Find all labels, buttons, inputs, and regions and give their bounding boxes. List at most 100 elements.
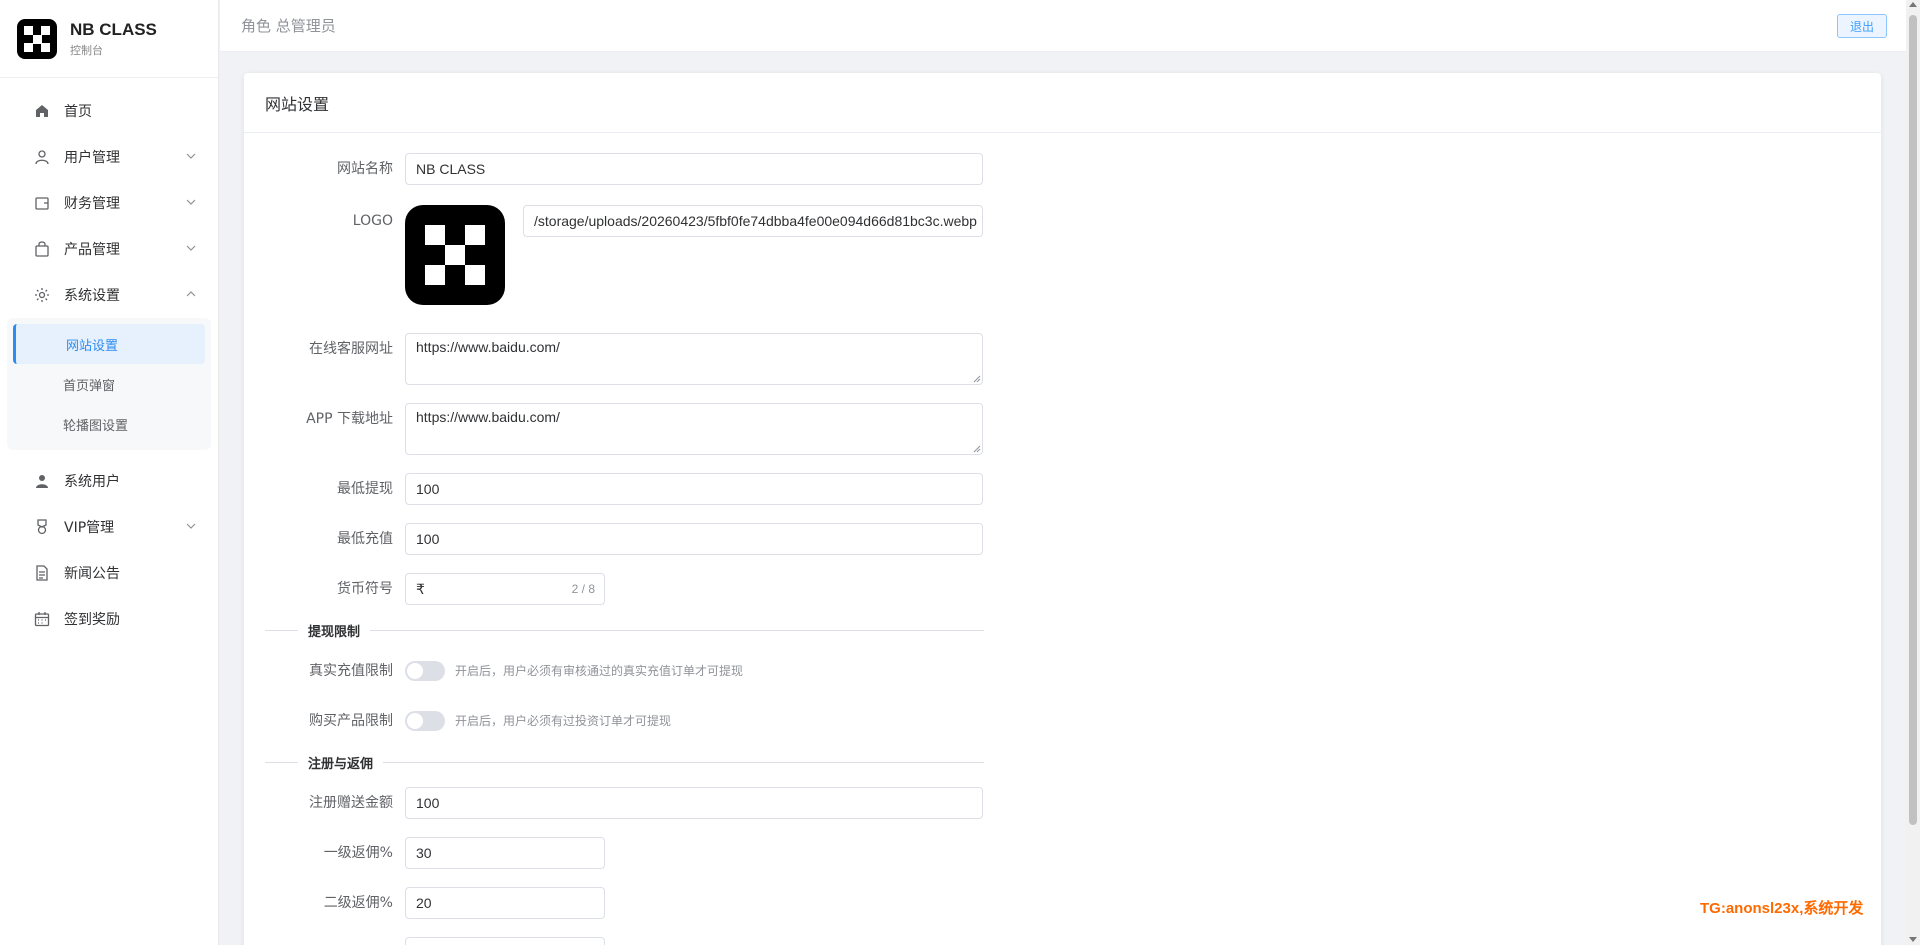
sidebar-item-checkin[interactable]: 签到奖励 xyxy=(0,596,218,642)
sidebar: NB CLASS 控制台 首页 用户管理 财务管理 产品管理 系统设置 网站设置… xyxy=(0,0,219,945)
form-row-logo: LOGO /storage/uploads/20260423/5fbf0fe74… xyxy=(244,205,983,305)
person-icon xyxy=(33,472,51,490)
logo-preview[interactable] xyxy=(405,205,505,305)
wallet-icon xyxy=(33,194,51,212)
page-scrollbar[interactable] xyxy=(1906,0,1920,945)
sidebar-item-label: 产品管理 xyxy=(64,242,120,258)
role-label: 角色 总管理员 xyxy=(241,17,336,35)
logout-button[interactable]: 退出 xyxy=(1837,14,1887,38)
calendar-icon xyxy=(33,610,51,628)
home-icon xyxy=(33,102,51,120)
form-row-min-recharge: 最低充值 100 xyxy=(244,523,983,555)
sidebar-item-system-users[interactable]: 系统用户 xyxy=(0,458,218,504)
brand: NB CLASS 控制台 xyxy=(0,0,218,78)
sidebar-subitem-home-popup[interactable]: 首页弹窗 xyxy=(7,364,211,404)
resize-handle-icon[interactable] xyxy=(973,445,981,453)
real-recharge-label: 真实充值限制 xyxy=(309,663,393,679)
min-recharge-label: 最低充值 xyxy=(337,531,393,547)
char-count: 2 / 8 xyxy=(571,582,595,596)
min-withdraw-input[interactable]: 100 xyxy=(405,473,983,505)
min-recharge-input[interactable]: 100 xyxy=(405,523,983,555)
shopping-bag-icon xyxy=(33,240,51,258)
form-row-buy-product: 购买产品限制 开启后，用户必须有过投资订单才可提现 xyxy=(244,705,671,737)
form-row-real-recharge: 真实充值限制 开启后，用户必须有审核通过的真实充值订单才可提现 xyxy=(244,655,743,687)
currency-label: 货币符号 xyxy=(337,581,393,597)
brand-subtitle: 控制台 xyxy=(70,43,103,57)
buy-product-switch[interactable] xyxy=(405,711,445,731)
rebate-1-label: 一级返佣% xyxy=(323,845,393,861)
section-title-register: 注册与返佣 xyxy=(298,753,384,772)
chevron-down-icon xyxy=(186,245,196,251)
logo-label: LOGO xyxy=(352,213,393,229)
real-recharge-switch[interactable] xyxy=(405,661,445,681)
sidebar-item-label: 财务管理 xyxy=(64,196,120,212)
sidebar-menu: 首页 用户管理 财务管理 产品管理 系统设置 网站设置 首页弹窗 轮播图设置 系… xyxy=(0,78,218,642)
form-row-rebate-1: 一级返佣% 30 xyxy=(244,837,605,869)
top-header: 角色 总管理员 退出 xyxy=(220,0,1906,52)
form-row-rebate-2: 二级返佣% 20 xyxy=(244,887,605,919)
rebate-2-input[interactable]: 20 xyxy=(405,887,605,919)
chevron-down-icon xyxy=(186,199,196,205)
app-url-label: APP 下载地址 xyxy=(306,411,393,427)
rebate-2-label: 二级返佣% xyxy=(323,895,393,911)
section-divider-withdraw: 提现限制 xyxy=(265,621,984,640)
scroll-thumb[interactable] xyxy=(1909,15,1917,825)
user-icon xyxy=(33,148,51,166)
document-icon xyxy=(33,564,51,582)
card-title: 网站设置 xyxy=(244,73,1881,133)
system-submenu: 网站设置 首页弹窗 轮播图设置 xyxy=(7,318,211,450)
sidebar-item-users[interactable]: 用户管理 xyxy=(0,134,218,180)
rebate-1-input[interactable]: 30 xyxy=(405,837,605,869)
form-row-service-url: 在线客服网址 https://www.baidu.com/ xyxy=(244,333,983,385)
site-name-label: 网站名称 xyxy=(337,161,393,177)
real-recharge-hint: 开启后，用户必须有审核通过的真实充值订单才可提现 xyxy=(455,664,744,678)
sidebar-item-home[interactable]: 首页 xyxy=(0,88,218,134)
sidebar-item-label: 系统用户 xyxy=(64,474,120,490)
service-url-textarea[interactable]: https://www.baidu.com/ xyxy=(405,333,983,385)
sidebar-item-label: 新闻公告 xyxy=(64,566,120,582)
form-row-currency: 货币符号 ₹ 2 / 8 xyxy=(244,573,605,605)
service-url-value: https://www.baidu.com/ xyxy=(416,339,560,355)
sidebar-item-label: 用户管理 xyxy=(64,150,120,166)
form-row-min-withdraw: 最低提现 100 xyxy=(244,473,983,505)
currency-value: ₹ xyxy=(416,581,425,597)
service-url-label: 在线客服网址 xyxy=(309,341,393,357)
sidebar-item-news[interactable]: 新闻公告 xyxy=(0,550,218,596)
app-url-textarea[interactable]: https://www.baidu.com/ xyxy=(405,403,983,455)
sidebar-item-label: 系统设置 xyxy=(64,288,120,304)
currency-input[interactable]: ₹ 2 / 8 xyxy=(405,573,605,605)
next-input[interactable] xyxy=(405,937,605,945)
chevron-down-icon xyxy=(186,523,196,529)
brand-logo xyxy=(17,18,57,59)
gear-icon xyxy=(33,286,51,304)
form-row-site-name: 网站名称 NB CLASS xyxy=(244,153,983,185)
site-settings-card: 网站设置 网站名称 NB CLASS LOGO /storage/uploads… xyxy=(244,73,1881,945)
section-divider-register: 注册与返佣 xyxy=(265,753,984,772)
sidebar-item-products[interactable]: 产品管理 xyxy=(0,226,218,272)
sidebar-subitem-carousel[interactable]: 轮播图设置 xyxy=(7,404,211,444)
chevron-down-icon xyxy=(186,153,196,159)
form-row-register-bonus: 注册赠送金额 100 xyxy=(244,787,983,819)
section-title-withdraw: 提现限制 xyxy=(298,621,371,640)
sidebar-item-label: 签到奖励 xyxy=(64,612,120,628)
buy-product-label: 购买产品限制 xyxy=(309,713,393,729)
scroll-down-icon[interactable] xyxy=(1909,937,1917,942)
sidebar-item-vip[interactable]: VIP管理 xyxy=(0,504,218,550)
logo-path-input[interactable]: /storage/uploads/20260423/5fbf0fe74dbba4… xyxy=(523,205,983,237)
sidebar-item-label: VIP管理 xyxy=(64,520,115,536)
sidebar-item-system-settings[interactable]: 系统设置 xyxy=(0,272,218,318)
brand-name: NB CLASS xyxy=(70,19,157,39)
sidebar-item-finance[interactable]: 财务管理 xyxy=(0,180,218,226)
site-name-input[interactable]: NB CLASS xyxy=(405,153,983,185)
app-url-value: https://www.baidu.com/ xyxy=(416,409,560,425)
form-row-app-url: APP 下载地址 https://www.baidu.com/ xyxy=(244,403,983,455)
sidebar-item-label: 首页 xyxy=(64,104,92,120)
min-withdraw-label: 最低提现 xyxy=(337,481,393,497)
register-bonus-input[interactable]: 100 xyxy=(405,787,983,819)
buy-product-hint: 开启后，用户必须有过投资订单才可提现 xyxy=(455,714,672,728)
watermark: TG:anonsl23x,系统开发 xyxy=(1700,900,1864,917)
sidebar-subitem-site-settings[interactable]: 网站设置 xyxy=(13,324,205,364)
scroll-up-icon[interactable] xyxy=(1909,2,1917,7)
medal-icon xyxy=(33,518,51,536)
resize-handle-icon[interactable] xyxy=(973,375,981,383)
